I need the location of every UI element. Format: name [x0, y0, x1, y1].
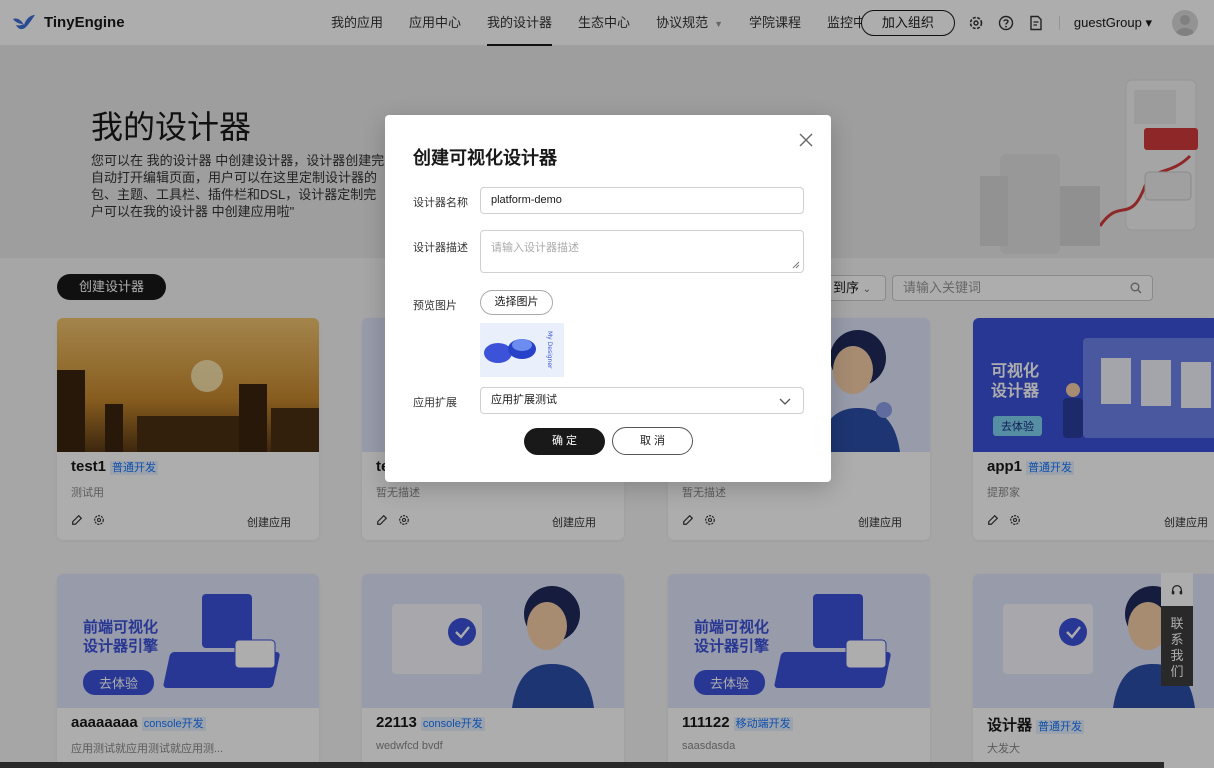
textarea-placeholder: 请输入设计器描述 — [491, 242, 579, 254]
cancel-button[interactable]: 取 消 — [612, 427, 693, 455]
preview-label: 预览图片 — [413, 300, 457, 312]
close-icon[interactable] — [799, 133, 813, 147]
select-value: 应用扩展测试 — [491, 394, 557, 406]
input-value: platform-demo — [491, 194, 562, 206]
dialog-title: 创建可视化设计器 — [413, 148, 557, 168]
select-image-button[interactable]: 选择图片 — [480, 290, 553, 315]
confirm-button[interactable]: 确 定 — [524, 428, 605, 455]
description-label: 设计器描述 — [413, 242, 468, 254]
create-designer-dialog: 创建可视化设计器 设计器名称 platform-demo 设计器描述 请输入设计… — [385, 115, 831, 482]
designer-name-input[interactable]: platform-demo — [480, 187, 804, 214]
resize-handle-icon[interactable] — [792, 261, 800, 269]
extension-label: 应用扩展 — [413, 397, 457, 409]
name-label: 设计器名称 — [413, 197, 468, 209]
preview-image: My Designer — [480, 323, 564, 377]
preview-caption: My Designer — [546, 331, 553, 369]
app-extension-select[interactable]: 应用扩展测试 — [480, 387, 804, 414]
chevron-down-icon — [779, 398, 791, 405]
designer-description-textarea[interactable]: 请输入设计器描述 — [480, 230, 804, 273]
